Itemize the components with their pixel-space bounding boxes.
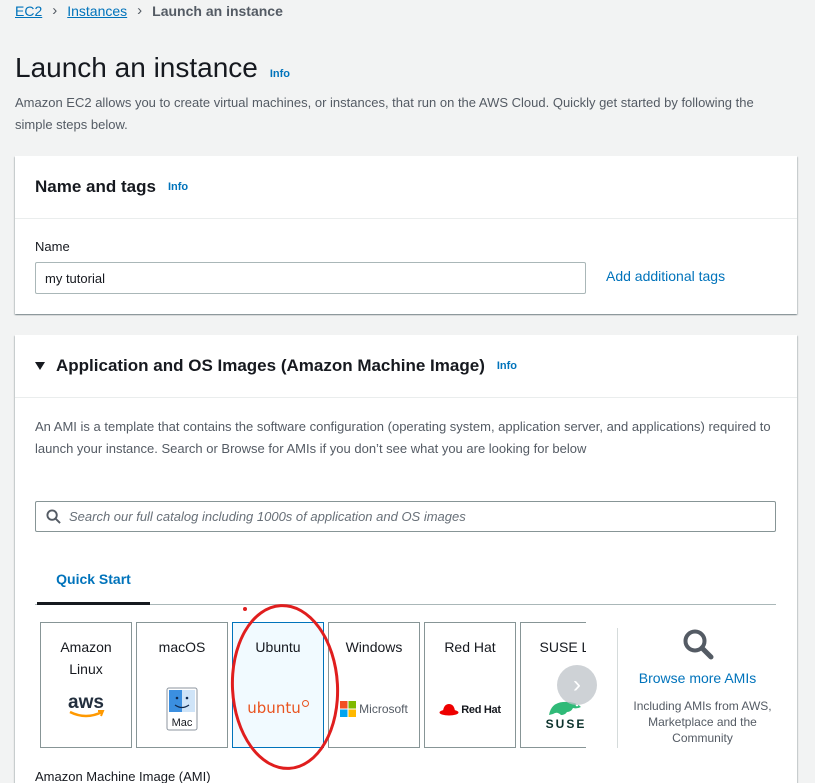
ami-info-link[interactable]: Info: [497, 360, 517, 372]
magnifier-icon: [683, 629, 714, 660]
ami-field-label: Amazon Machine Image (AMI): [35, 769, 211, 783]
tile-amazon-linux[interactable]: Amazon Linux aws: [40, 622, 132, 748]
suse-logo-text: SUSE: [545, 717, 586, 731]
ami-tile-carousel: Amazon Linux aws macOS Mac Ubuntu ubuntu…: [40, 622, 586, 748]
tile-label: SUSE Li: [539, 639, 586, 655]
tile-label: Ubuntu: [255, 639, 301, 655]
tab-quick-start[interactable]: Quick Start: [37, 555, 150, 605]
page-description: Amazon EC2 allows you to create virtual …: [15, 95, 754, 132]
aws-logo: aws: [41, 691, 131, 721]
chevron-right-icon: ›: [52, 2, 58, 19]
search-icon: [46, 509, 61, 524]
page-title-text: Launch an instance: [15, 52, 258, 83]
name-input[interactable]: [35, 262, 586, 294]
ami-header[interactable]: Application and OS Images (Amazon Machin…: [15, 335, 797, 398]
browse-more-amis[interactable]: Browse more AMIs Including AMIs from AWS…: [617, 628, 777, 748]
tile-label: Amazon Linux: [60, 639, 112, 677]
microsoft-logo: Microsoft: [329, 701, 419, 717]
chevron-right-icon: ›: [137, 2, 143, 19]
mac-logo-text: Mac: [172, 717, 193, 729]
carousel-next-button[interactable]: ›: [557, 665, 597, 705]
tile-label: Windows: [345, 639, 403, 655]
ami-tabs: Quick Start: [35, 555, 776, 605]
browse-more-amis-link[interactable]: Browse more AMIs: [618, 670, 777, 686]
caret-down-icon[interactable]: [35, 362, 45, 370]
ami-search-input[interactable]: [69, 509, 775, 524]
add-additional-tags-link[interactable]: Add additional tags: [606, 268, 725, 284]
ami-description: An AMI is a template that contains the s…: [35, 419, 771, 456]
microsoft-logo-text: Microsoft: [359, 702, 408, 716]
breadcrumb-instances[interactable]: Instances: [67, 3, 127, 19]
ami-panel: Application and OS Images (Amazon Machin…: [15, 335, 797, 783]
ubuntu-logo-text: ubuntu: [247, 699, 301, 717]
ubuntu-logo: ubuntu: [233, 699, 323, 717]
tile-label: Red Hat: [444, 639, 496, 655]
name-and-tags-panel: Name and tags Info Name Add additional t…: [15, 156, 797, 314]
name-and-tags-info-link[interactable]: Info: [168, 181, 188, 193]
tile-windows[interactable]: Windows Microsoft: [328, 622, 420, 748]
ubuntu-circle-icon: [301, 699, 309, 707]
annotation-dot: [243, 607, 247, 611]
chevron-right-icon: ›: [573, 671, 581, 698]
page-title: Launch an instance Info: [15, 52, 290, 84]
page-info-link[interactable]: Info: [270, 68, 290, 80]
ami-search-box[interactable]: [35, 501, 776, 532]
breadcrumb-ec2[interactable]: EC2: [15, 3, 42, 19]
ami-title: Application and OS Images (Amazon Machin…: [56, 356, 485, 375]
name-field-label: Name: [35, 239, 70, 254]
mac-finder-logo: Mac: [137, 687, 227, 731]
tile-macos[interactable]: macOS Mac: [136, 622, 228, 748]
breadcrumb: EC2 › Instances › Launch an instance: [15, 2, 283, 19]
red-hat-logo-text: Red Hat: [461, 704, 501, 716]
aws-logo-text: aws: [68, 692, 104, 713]
breadcrumb-current: Launch an instance: [152, 2, 283, 19]
name-and-tags-title: Name and tags: [35, 177, 156, 196]
red-hat-icon: [439, 704, 459, 716]
name-and-tags-header: Name and tags Info: [15, 156, 797, 219]
browse-more-amis-description: Including AMIs from AWS, Marketplace and…: [633, 699, 772, 745]
red-hat-logo: Red Hat: [425, 703, 515, 717]
tile-red-hat[interactable]: Red Hat Red Hat: [424, 622, 516, 748]
windows-icon: [340, 701, 357, 717]
tile-ubuntu[interactable]: Ubuntu ubuntu: [232, 622, 324, 748]
tile-label: macOS: [158, 639, 206, 655]
